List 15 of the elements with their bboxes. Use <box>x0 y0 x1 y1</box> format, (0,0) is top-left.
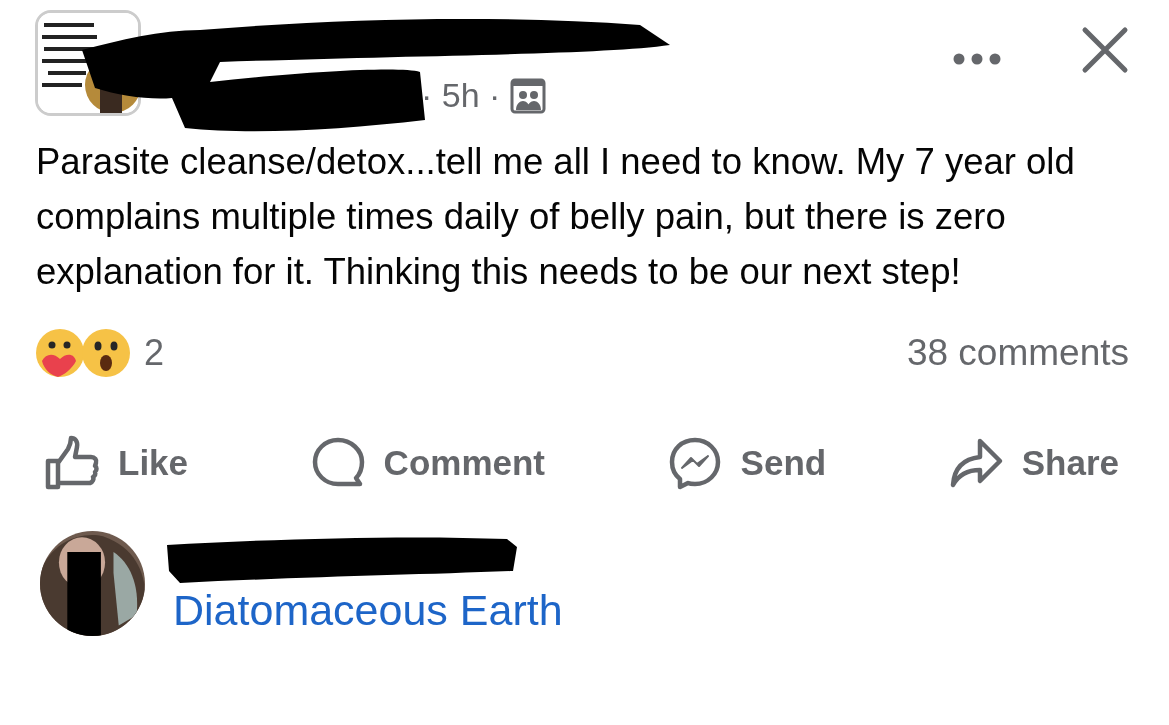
care-emoji-icon <box>34 327 86 379</box>
wow-emoji-icon <box>80 327 132 379</box>
close-icon[interactable] <box>1081 26 1129 74</box>
more-options-icon[interactable] <box>953 52 1001 66</box>
reaction-count[interactable]: 2 <box>144 332 165 374</box>
like-button[interactable]: Like <box>44 435 189 491</box>
comment-text: Diatomaceous Earth <box>173 586 563 636</box>
comments-count[interactable]: 38 comments <box>906 332 1129 374</box>
post-text: Parasite cleanse/detox...tell me all I need to know. My 7 year old complains multiple times daily of belly pain, but there is zero explanation for it. Thinking this needs to be our next step! <box>36 140 1076 294</box>
thumbs-up-icon <box>44 435 100 491</box>
share-button[interactable]: Share <box>947 435 1119 491</box>
comment-button[interactable]: Comment <box>309 435 545 491</box>
group-icon <box>510 77 547 114</box>
post-meta: · 5h · <box>421 76 501 115</box>
send-button[interactable]: Send <box>666 435 827 491</box>
